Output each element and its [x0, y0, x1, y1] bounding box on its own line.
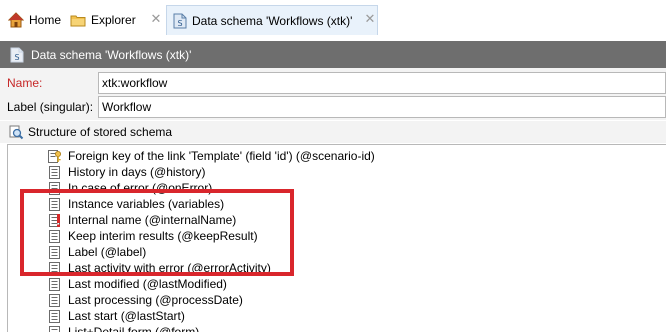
tree-item[interactable]: List+Detail form (@form) [48, 324, 199, 332]
name-row: Name: xtk:workflow [0, 71, 666, 95]
tree-item-label: History in days (@history) [68, 165, 206, 179]
svg-text:S: S [14, 53, 19, 62]
label-singular-field[interactable]: Workflow [98, 96, 666, 118]
tree-item[interactable]: Foreign key of the link 'Template' (fiel… [48, 148, 375, 164]
tree-item-label: Last activity with error (@errorActivity… [68, 261, 271, 275]
schema-tree[interactable]: Foreign key of the link 'Template' (fiel… [7, 144, 666, 332]
attribute-icon [48, 245, 61, 259]
svg-text:S: S [177, 19, 182, 28]
tree-item[interactable]: Instance variables (variables) [48, 196, 224, 212]
name-label: Name: [7, 76, 43, 90]
tree-item-label: Last modified (@lastModified) [68, 277, 227, 291]
required-attribute-icon [48, 213, 61, 227]
attribute-icon [48, 293, 61, 307]
name-field[interactable]: xtk:workflow [98, 72, 666, 94]
home-icon [7, 12, 25, 28]
tree-item[interactable]: History in days (@history) [48, 164, 206, 180]
tree-item[interactable]: Label (@label) [48, 244, 146, 260]
tab-bar: Home Explorer ✕ S Data schema 'Workflows… [0, 0, 666, 40]
tree-item[interactable]: Last processing (@processDate) [48, 292, 243, 308]
label-singular-label: Label (singular): [7, 100, 94, 114]
attribute-icon [48, 181, 61, 195]
attribute-icon [48, 309, 61, 323]
foreign-key-icon [48, 149, 61, 163]
tab-home[interactable]: Home [7, 7, 62, 33]
tree-item-label: Internal name (@internalName) [68, 213, 237, 227]
tree-item[interactable]: Last modified (@lastModified) [48, 276, 227, 292]
tree-item-label: List+Detail form (@form) [68, 325, 200, 332]
tab-label: Home [29, 13, 62, 27]
attribute-icon [48, 165, 61, 179]
schema-icon: S [10, 47, 24, 63]
tree-item[interactable]: Last activity with error (@errorActivity… [48, 260, 271, 276]
window-title-bar: S Data schema 'Workflows (xtk)' [0, 41, 666, 68]
section-title: Structure of stored schema [28, 125, 173, 139]
magnifier-icon [8, 124, 24, 140]
tab-label: Explorer [91, 13, 136, 27]
tree-item-label: Keep interim results (@keepResult) [68, 229, 258, 243]
tree-item[interactable]: Internal name (@internalName) [48, 212, 236, 228]
tree-item-label: Foreign key of the link 'Template' (fiel… [68, 149, 375, 163]
tree-item-label: Last processing (@processDate) [68, 293, 243, 307]
tab-label: Data schema 'Workflows (xtk)' [192, 13, 353, 28]
page-title: Data schema 'Workflows (xtk)' [31, 47, 192, 62]
tree-item[interactable]: In case of error (@onError) [48, 180, 212, 196]
attribute-icon [48, 261, 61, 275]
tree-item-label: Instance variables (variables) [68, 197, 225, 211]
structure-section-header[interactable]: Structure of stored schema [0, 121, 666, 143]
attribute-icon [48, 197, 61, 211]
close-icon[interactable]: ✕ [150, 12, 162, 25]
tree-item-label: In case of error (@onError) [68, 181, 213, 195]
tree-item-label: Label (@label) [68, 245, 147, 259]
tree-item[interactable]: Last start (@lastStart) [48, 308, 185, 324]
tab-data-schema[interactable]: S Data schema 'Workflows (xtk)' [166, 5, 378, 35]
attribute-icon [48, 277, 61, 291]
attribute-icon [48, 325, 61, 332]
folder-icon [70, 12, 86, 28]
attribute-icon [48, 229, 61, 243]
schema-form: Name: xtk:workflow Label (singular): Wor… [0, 68, 666, 120]
schema-icon: S [173, 13, 187, 29]
tab-explorer[interactable]: Explorer [70, 7, 136, 33]
close-icon[interactable]: ✕ [364, 12, 376, 25]
label-row: Label (singular): Workflow [0, 95, 666, 119]
tree-item-label: Last start (@lastStart) [68, 309, 185, 323]
tree-item[interactable]: Keep interim results (@keepResult) [48, 228, 258, 244]
